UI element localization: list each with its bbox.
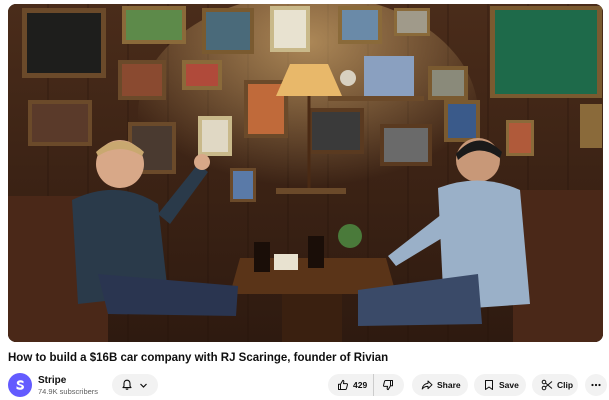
clip-button[interactable]: Clip: [532, 374, 578, 396]
clip-label: Clip: [557, 380, 574, 390]
thumbs-up-icon: [338, 379, 348, 390]
stripe-logo-icon: [16, 380, 24, 390]
chevron-down-icon: [140, 383, 147, 388]
share-label: Share: [437, 380, 461, 390]
thumbs-down-icon: [383, 380, 393, 391]
like-dislike-group: 429: [328, 374, 404, 396]
like-count: 429: [353, 380, 368, 390]
playlist-add-icon: [485, 380, 493, 390]
video-player[interactable]: [8, 4, 603, 342]
save-button[interactable]: Save: [474, 374, 526, 396]
channel-name[interactable]: Stripe: [38, 375, 66, 386]
notifications-button[interactable]: [112, 374, 158, 396]
like-button[interactable]: 429: [328, 374, 374, 396]
share-arrow-icon: [421, 380, 433, 390]
more-actions-button[interactable]: [585, 374, 607, 396]
dislike-button[interactable]: [374, 374, 394, 396]
bell-icon: [122, 379, 132, 390]
save-label: Save: [499, 380, 519, 390]
video-title: How to build a $16B car company with RJ …: [8, 352, 389, 364]
more-horizontal-icon: [591, 383, 601, 387]
video-actions-row: Stripe 74.9K subscribers 429 Share Save …: [8, 372, 607, 398]
subscriber-count: 74.9K subscribers: [38, 387, 99, 396]
share-button[interactable]: Share: [412, 374, 468, 396]
channel-avatar[interactable]: [8, 373, 32, 397]
scissors-icon: [541, 379, 553, 391]
video-frame: [8, 4, 603, 342]
